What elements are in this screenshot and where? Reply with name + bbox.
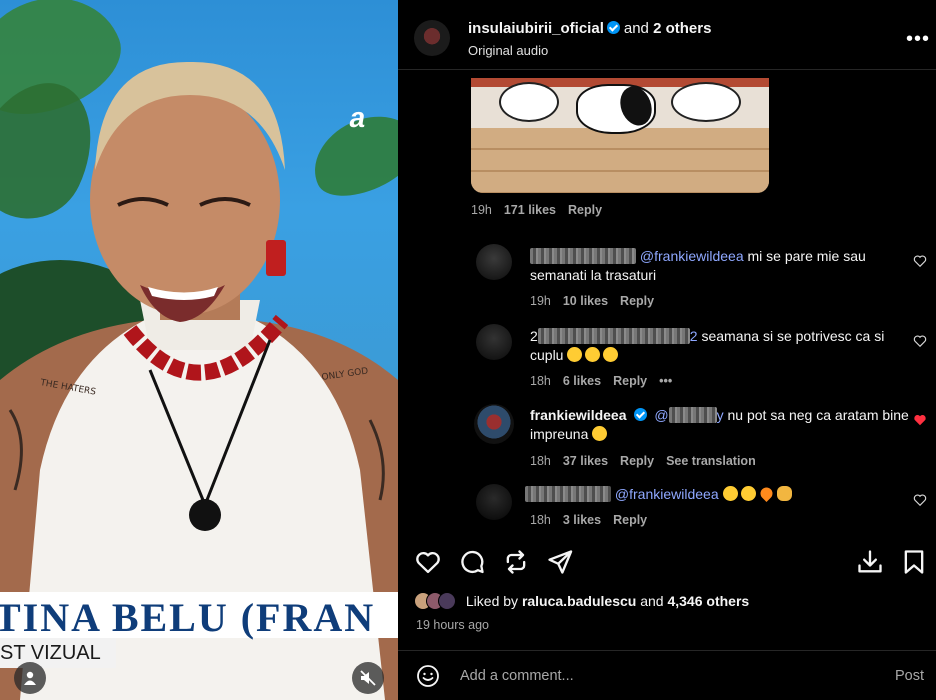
- video-player[interactable]: a THE HATERS ONLY GOD TINA BELU (FRAN ST…: [0, 0, 398, 700]
- comment-text: @frankiewildeea mi se pare mie sau seman…: [530, 247, 920, 285]
- reply-button[interactable]: Reply: [620, 294, 654, 308]
- comment-likes[interactable]: 37 likes: [563, 454, 608, 468]
- mute-button[interactable]: [352, 662, 384, 694]
- more-horizontal-icon[interactable]: •••: [906, 28, 930, 51]
- comment-likes[interactable]: 3 likes: [563, 513, 601, 527]
- gif-dalmatian: [499, 82, 559, 122]
- tagged-users-button[interactable]: [14, 662, 46, 694]
- verified-badge-icon: [606, 21, 620, 34]
- lower-third-name: TINA BELU (FRAN: [0, 595, 376, 640]
- comment-meta: 19h 10 likes Reply: [530, 294, 666, 308]
- comment-time: 19h: [530, 294, 551, 308]
- liker-username[interactable]: raluca.badulescu: [522, 593, 636, 609]
- likes-prefix: Liked by: [465, 593, 519, 609]
- reply-button[interactable]: Reply: [613, 513, 647, 527]
- liker-avatar: [438, 592, 456, 610]
- astonished-emoji-icon: [603, 347, 619, 362]
- heart-icon[interactable]: [414, 548, 442, 576]
- emoji-icon[interactable]: [416, 664, 440, 688]
- smiling-halo-emoji-icon: [592, 426, 608, 441]
- reply-button[interactable]: Reply: [620, 454, 654, 468]
- laughing-emoji-icon: [722, 486, 738, 501]
- action-bar: [398, 540, 936, 584]
- repost-icon[interactable]: [502, 548, 530, 576]
- comment-text: frankiewildeea @ y nu pot sa neg ca arata…: [530, 406, 920, 444]
- comment-icon[interactable]: [458, 548, 486, 576]
- commenter-avatar[interactable]: [476, 244, 512, 280]
- author-and: and: [623, 20, 649, 37]
- coauthors-link[interactable]: 2 others: [653, 20, 711, 37]
- likes-summary: Liked by raluca.badulescu and 4,346 othe…: [414, 592, 749, 614]
- comment-emojis: [722, 485, 795, 502]
- comment-likes[interactable]: 171 likes: [504, 203, 556, 217]
- see-translation-link[interactable]: See translation: [666, 454, 756, 468]
- heart-filled-icon[interactable]: [913, 413, 927, 427]
- comment-more-icon[interactable]: •••: [659, 374, 672, 388]
- comment-mention[interactable]: @frankiewildeea: [615, 486, 719, 502]
- likes-and: and: [640, 593, 664, 609]
- download-icon[interactable]: [856, 548, 884, 576]
- author-line: insulaiubirii_oficial and 2 others: [468, 20, 711, 37]
- commenter-avatar[interactable]: [476, 484, 512, 520]
- verified-badge-icon: [633, 408, 647, 421]
- muted-speaker-icon: [360, 670, 376, 686]
- commenter-avatar[interactable]: [476, 324, 512, 360]
- likes-others-link[interactable]: 4,346 others: [667, 593, 749, 609]
- blurred-username-prefix: 2: [530, 328, 538, 344]
- heart-icon[interactable]: [913, 334, 927, 348]
- laughing-emoji-icon: [740, 486, 756, 501]
- reply-button[interactable]: Reply: [568, 203, 602, 217]
- fire-emoji-icon: [757, 485, 775, 502]
- comment-likes[interactable]: 10 likes: [563, 294, 608, 308]
- commenter-avatar[interactable]: [474, 404, 514, 444]
- reply-button[interactable]: Reply: [613, 374, 647, 388]
- comment-time: 18h: [530, 374, 551, 388]
- comment-meta: 19h 171 likes Reply: [471, 203, 614, 217]
- bookmark-icon[interactable]: [900, 548, 928, 576]
- comment-time: 19h: [471, 203, 492, 217]
- comment-time: 18h: [530, 454, 551, 468]
- comment-mention[interactable]: @frankiewildeea: [640, 248, 744, 264]
- comment-meta: 18h 37 likes Reply See translation: [530, 454, 768, 468]
- comment-emojis: [567, 347, 621, 363]
- post-header: insulaiubirii_oficial and 2 others Origin…: [398, 0, 936, 70]
- post-timestamp[interactable]: 19 hours ago: [416, 618, 489, 632]
- astonished-emoji-icon: [567, 347, 583, 362]
- comment-time: 18h: [530, 513, 551, 527]
- likes-text: Liked by raluca.badulescu and 4,346 othe…: [466, 593, 749, 609]
- blurred-username-suffix: 2: [689, 328, 698, 344]
- author-avatar[interactable]: [414, 20, 450, 56]
- lower-third-subtitle: ST VIZUAL: [0, 642, 101, 664]
- comment-text: @frankiewildeea: [525, 485, 915, 504]
- post-button[interactable]: Post: [895, 668, 924, 684]
- author-username[interactable]: insulaiubirii_oficial: [468, 20, 604, 37]
- send-icon[interactable]: [546, 548, 574, 576]
- comment-likes[interactable]: 6 likes: [563, 374, 601, 388]
- blurred-mention-prefix: @: [654, 407, 669, 423]
- user-icon: [24, 671, 36, 685]
- clap-emoji-icon: [776, 486, 792, 501]
- heart-icon[interactable]: [913, 254, 927, 268]
- blurred-username: [530, 248, 636, 264]
- heart-icon[interactable]: [913, 493, 927, 507]
- comment-gif-image: [471, 78, 769, 193]
- comment-meta: 18h 3 likes Reply: [530, 513, 659, 527]
- comment-text: 22 seamana si se potrivesc ca si cuplu: [530, 327, 920, 365]
- comment-composer: Add a comment... Post: [398, 650, 936, 700]
- gif-board: [471, 128, 769, 193]
- comment-input[interactable]: Add a comment...: [460, 668, 574, 684]
- blurred-username: [668, 407, 717, 423]
- audio-link[interactable]: Original audio: [468, 43, 548, 58]
- blurred-username: [537, 328, 690, 344]
- astonished-emoji-icon: [585, 347, 601, 362]
- commenter-username[interactable]: frankiewildeea: [530, 407, 627, 423]
- blurred-username: [525, 486, 611, 502]
- post-panel: insulaiubirii_oficial and 2 others Origin…: [398, 0, 936, 700]
- gif-dalmatian: [671, 82, 741, 122]
- comment-meta: 18h 6 likes Reply •••: [530, 374, 684, 388]
- blurred-mention-suffix: y: [716, 407, 724, 423]
